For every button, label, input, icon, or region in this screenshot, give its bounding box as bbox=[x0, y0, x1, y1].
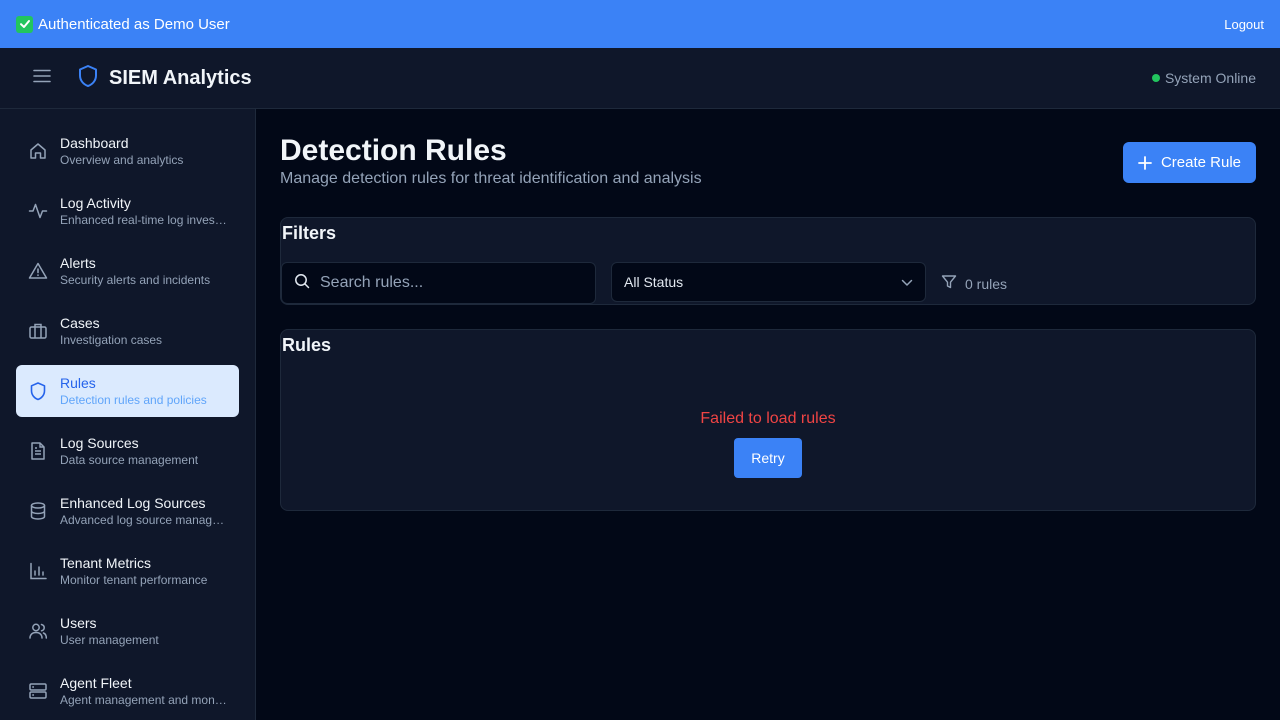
error-state: Failed to load rules Retry bbox=[281, 410, 1255, 478]
sidebar-item-rules[interactable]: Rules Detection rules and policies bbox=[16, 365, 239, 417]
menu-toggle-button[interactable] bbox=[0, 48, 84, 108]
sidebar-item-text: Tenant Metrics Monitor tenant performance bbox=[60, 554, 227, 588]
sidebar-item-description: Detection rules and policies bbox=[60, 393, 207, 407]
main-content: Detection Rules Manage detection rules f… bbox=[256, 109, 1280, 720]
users-icon bbox=[28, 621, 48, 641]
menu-icon bbox=[33, 69, 51, 88]
sidebar-item-cases[interactable]: Cases Investigation cases bbox=[16, 305, 239, 357]
app-title: SIEM Analytics bbox=[109, 66, 252, 89]
system-status: System Online bbox=[1151, 70, 1256, 86]
sidebar-item-enhanced-log-sources[interactable]: Enhanced Log Sources Advanced log source … bbox=[16, 485, 239, 537]
sidebar-item-text: Log Activity Enhanced real-time log inves… bbox=[60, 194, 227, 228]
sidebar-item-text: Log Sources Data source management bbox=[60, 434, 227, 468]
sidebar-item-description: Investigation cases bbox=[60, 333, 163, 347]
auth-status: Authenticated as Demo User bbox=[16, 15, 230, 33]
sidebar-item-description: User management bbox=[60, 633, 159, 647]
sidebar-item-description: Agent management and monitoring bbox=[60, 693, 227, 707]
sidebar-item-agent-fleet[interactable]: Agent Fleet Agent management and monitori… bbox=[16, 665, 239, 717]
search-input[interactable] bbox=[320, 274, 580, 292]
search-box[interactable] bbox=[281, 262, 596, 304]
filters-card: Filters All Status 0 rules bbox=[280, 217, 1256, 305]
status-dot bbox=[1151, 74, 1160, 82]
sidebar-item-text: Cases Investigation cases bbox=[60, 314, 227, 348]
shield-icon bbox=[28, 381, 48, 401]
search-icon bbox=[294, 273, 310, 294]
activity-icon bbox=[28, 201, 48, 221]
sidebar-item-label: Tenant Metrics bbox=[60, 555, 152, 571]
sidebar-item-label: Cases bbox=[60, 315, 100, 331]
sidebar-item-text: Enhanced Log Sources Advanced log source … bbox=[60, 494, 227, 528]
sidebar-item-label: Dashboard bbox=[60, 135, 129, 151]
rules-title: Rules bbox=[282, 335, 332, 355]
create-rule-label: Create Rule bbox=[1160, 154, 1242, 171]
sidebar-item-log-sources[interactable]: Log Sources Data source management bbox=[16, 425, 239, 477]
database-icon bbox=[28, 501, 48, 521]
alert-triangle-icon bbox=[28, 261, 48, 281]
sidebar-item-dashboard[interactable]: Dashboard Overview and analytics bbox=[16, 125, 239, 177]
home-icon bbox=[28, 141, 48, 161]
filter-icon bbox=[941, 274, 957, 293]
sidebar-item-description: Overview and analytics bbox=[60, 153, 184, 167]
bar-chart-icon bbox=[28, 561, 48, 581]
sidebar-item-label: Log Sources bbox=[60, 435, 139, 451]
page-title: Detection Rules bbox=[280, 134, 507, 167]
sidebar-item-label: Rules bbox=[60, 375, 96, 391]
sidebar-item-text: Alerts Security alerts and incidents bbox=[60, 254, 227, 288]
sidebar-item-log-activity[interactable]: Log Activity Enhanced real-time log inves… bbox=[16, 185, 239, 237]
status-select[interactable]: All Status bbox=[611, 262, 926, 302]
server-icon bbox=[28, 681, 48, 701]
check-icon bbox=[16, 15, 33, 33]
system-status-text: System Online bbox=[1164, 70, 1256, 86]
chevron-down-icon bbox=[901, 274, 913, 290]
sidebar-item-label: Log Activity bbox=[60, 195, 131, 211]
sidebar-item-label: Enhanced Log Sources bbox=[60, 495, 206, 511]
brand: SIEM Analytics bbox=[76, 64, 252, 93]
sidebar-item-description: Advanced log source management bbox=[60, 513, 227, 527]
sidebar-item-users[interactable]: Users User management bbox=[16, 605, 239, 657]
create-rule-button[interactable]: Create Rule bbox=[1123, 142, 1256, 183]
rule-count: 0 rules bbox=[941, 274, 1007, 293]
sidebar-item-text: Dashboard Overview and analytics bbox=[60, 134, 227, 168]
sidebar-item-description: Monitor tenant performance bbox=[60, 573, 208, 587]
sidebar-item-description: Security alerts and incidents bbox=[60, 273, 211, 287]
auth-banner: Authenticated as Demo User Logout bbox=[0, 0, 1280, 48]
sidebar-item-description: Enhanced real-time log investigation bbox=[60, 213, 227, 227]
sidebar-item-tenant-metrics[interactable]: Tenant Metrics Monitor tenant performance bbox=[16, 545, 239, 597]
sidebar-item-label: Users bbox=[60, 615, 97, 631]
sidebar-item-description: Data source management bbox=[60, 453, 199, 467]
status-select-value: All Status bbox=[624, 274, 684, 290]
sidebar-item-label: Alerts bbox=[60, 255, 96, 271]
file-text-icon bbox=[28, 441, 48, 461]
plus-icon bbox=[1138, 155, 1152, 170]
page-subtitle: Manage detection rules for threat identi… bbox=[280, 170, 702, 187]
filters-title: Filters bbox=[282, 223, 337, 243]
sidebar-item-text: Agent Fleet Agent management and monitori… bbox=[60, 674, 227, 708]
sidebar-item-text: Rules Detection rules and policies bbox=[60, 374, 227, 408]
sidebar: Dashboard Overview and analytics Log Activ… bbox=[0, 109, 256, 720]
shield-logo-icon bbox=[76, 64, 100, 93]
retry-button[interactable]: Retry bbox=[734, 438, 802, 478]
top-header: SIEM Analytics System Online bbox=[0, 48, 1280, 109]
sidebar-item-label: Agent Fleet bbox=[60, 675, 132, 691]
error-message: Failed to load rules bbox=[700, 410, 836, 427]
briefcase-icon bbox=[28, 321, 48, 341]
rules-card: Rules Failed to load rules Retry bbox=[280, 329, 1256, 511]
rule-count-text: 0 rules bbox=[965, 275, 1008, 292]
sidebar-item-text: Users User management bbox=[60, 614, 227, 648]
sidebar-item-alerts[interactable]: Alerts Security alerts and incidents bbox=[16, 245, 239, 297]
logout-button[interactable]: Logout bbox=[1224, 17, 1264, 32]
auth-message: Authenticated as Demo User bbox=[38, 15, 230, 33]
